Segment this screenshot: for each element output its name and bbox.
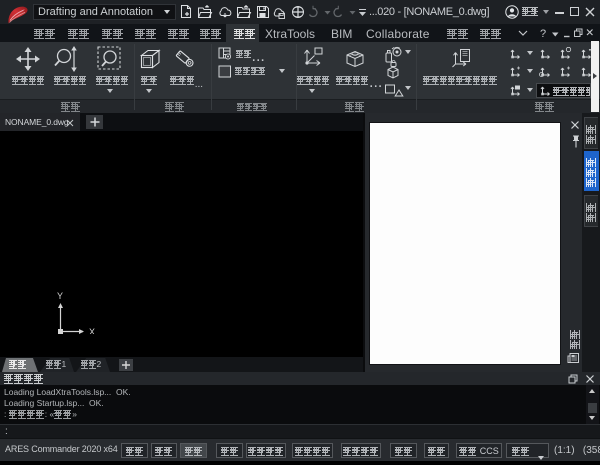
svg-text:Y: Y: [57, 291, 63, 301]
svg-text:?: ?: [540, 28, 546, 40]
svg-text:X: X: [89, 327, 95, 334]
